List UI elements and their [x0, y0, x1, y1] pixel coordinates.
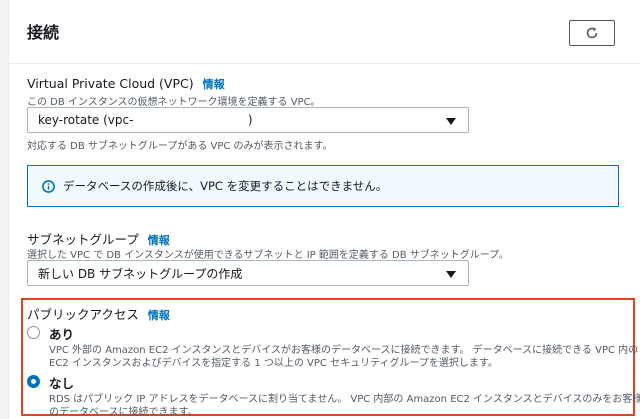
option-no-desc-line2: のデータベースに接続できます。: [49, 407, 198, 418]
option-yes-desc-line2: EC2 インスタンスおよびデバイスを指定する 1 つ以上の VPC セキュリティ…: [49, 358, 498, 369]
caret-down-icon: [446, 118, 456, 125]
radio-public-no[interactable]: [27, 375, 40, 388]
connection-panel: 接続 Virtual Private Cloud (VPC) 情報 この DB …: [8, 0, 640, 419]
caret-down-icon: [446, 271, 456, 278]
vpc-label: Virtual Private Cloud (VPC): [27, 76, 194, 91]
section-title: 接続: [27, 23, 60, 42]
vpc-description: この DB インスタンスの仮想ネットワーク環境を定義する VPC。: [27, 97, 321, 108]
info-circle-icon: [42, 179, 55, 193]
public-access-info-link[interactable]: 情報: [148, 307, 170, 323]
subnet-selected-value: 新しい DB サブネットグループの作成: [38, 266, 243, 281]
vpc-select[interactable]: key-rotate (vpc- ): [27, 107, 469, 133]
vpc-hint: 対応する DB サブネットグループがある VPC のみが表示されます。: [27, 141, 333, 152]
public-access-label: パブリックアクセス: [27, 307, 139, 322]
refresh-icon: [586, 27, 598, 39]
vpc-selected-value: key-rotate (vpc- ): [38, 113, 253, 127]
vpc-info-link[interactable]: 情報: [203, 76, 225, 92]
alert-text: データベースの作成後に、VPC を変更することはできません。: [63, 179, 388, 193]
public-access-label-row: パブリックアクセス 情報: [27, 304, 170, 323]
subnet-description: 選択した VPC で DB インスタンスが使用できるサブネットと IP 範囲を定…: [27, 250, 509, 261]
panel-header: 接続: [9, 0, 640, 64]
refresh-button[interactable]: [569, 20, 615, 46]
vpc-label-row: Virtual Private Cloud (VPC) 情報: [27, 76, 225, 92]
radio-public-yes[interactable]: [27, 326, 40, 339]
subnet-select[interactable]: 新しい DB サブネットグループの作成: [27, 260, 469, 286]
vpc-change-alert: データベースの作成後に、VPC を変更することはできません。: [27, 165, 619, 207]
